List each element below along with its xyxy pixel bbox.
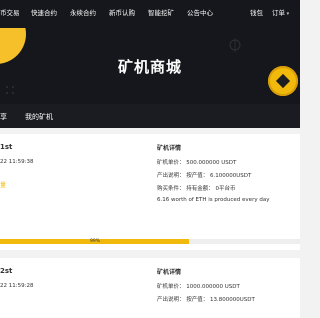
miner-price: 矿机单价： 500.000000 USDT: [157, 160, 237, 166]
nav-item-perpetual-contract[interactable]: 永续合约: [70, 8, 96, 18]
miner-time: 22 11:59:38: [0, 159, 34, 165]
nav-item-announcement-center[interactable]: 公告中心: [187, 8, 213, 18]
buy-button[interactable]: 量: [0, 180, 6, 189]
miner-purchase-condition: 购买条件： 持有金额： 0平台币: [157, 186, 236, 192]
wallet-link[interactable]: 钱包: [250, 8, 263, 18]
miner-time: 22 11:59:28: [0, 283, 34, 289]
orders-menu[interactable]: 订单 ▾: [272, 8, 289, 19]
miner-price: 矿机单价： 1000.000000 USDT: [157, 284, 240, 290]
nav-item-coin-trade[interactable]: 币交易: [0, 8, 20, 18]
orders-label: 订单: [272, 9, 285, 17]
miner-detail-title: 矿机详情: [157, 269, 182, 276]
dots-decoration-icon: [6, 86, 14, 94]
nav-item-quick-contract[interactable]: 快速合约: [31, 8, 57, 18]
tab-bar: 享 我的矿机: [0, 104, 300, 128]
miner-output: 产出说明： 按产值： 13.800000USDT: [157, 297, 255, 303]
progress-bar: 99%: [0, 239, 300, 244]
miner-detail-title: 矿机详情: [157, 145, 182, 152]
miner-card: 2st 22 11:59:28 矿机详情 矿机单价： 1000.000000 U…: [0, 258, 300, 318]
miner-description: 6.16 worth of ETH is produced every day: [157, 197, 270, 203]
miner-name: 1st: [0, 143, 13, 151]
chevron-down-icon: ▾: [285, 11, 290, 17]
miner-name: 2st: [0, 267, 13, 275]
nav-item-new-coin-subscription[interactable]: 新币认购: [109, 8, 135, 18]
tab-share[interactable]: 享: [0, 112, 7, 122]
hero-banner: 矿机商城: [0, 28, 300, 104]
miner-output: 产出说明： 按产值： 6.100000USDT: [157, 173, 252, 179]
progress-label: 99%: [89, 238, 100, 244]
sparkle-decoration-icon: [229, 38, 241, 52]
miner-card: 1st 22 11:59:38 量 矿机详情 矿机单价： 500.000000 …: [0, 134, 300, 250]
tab-my-miners[interactable]: 我的矿机: [25, 112, 53, 122]
page-title: 矿机商城: [117, 58, 182, 76]
nav-item-smart-mining[interactable]: 智能挖矿: [148, 8, 174, 18]
top-navigation: 币交易 快速合约 永续合约 新币认购 智能挖矿 公告中心 钱包 订单 ▾: [0, 0, 300, 28]
